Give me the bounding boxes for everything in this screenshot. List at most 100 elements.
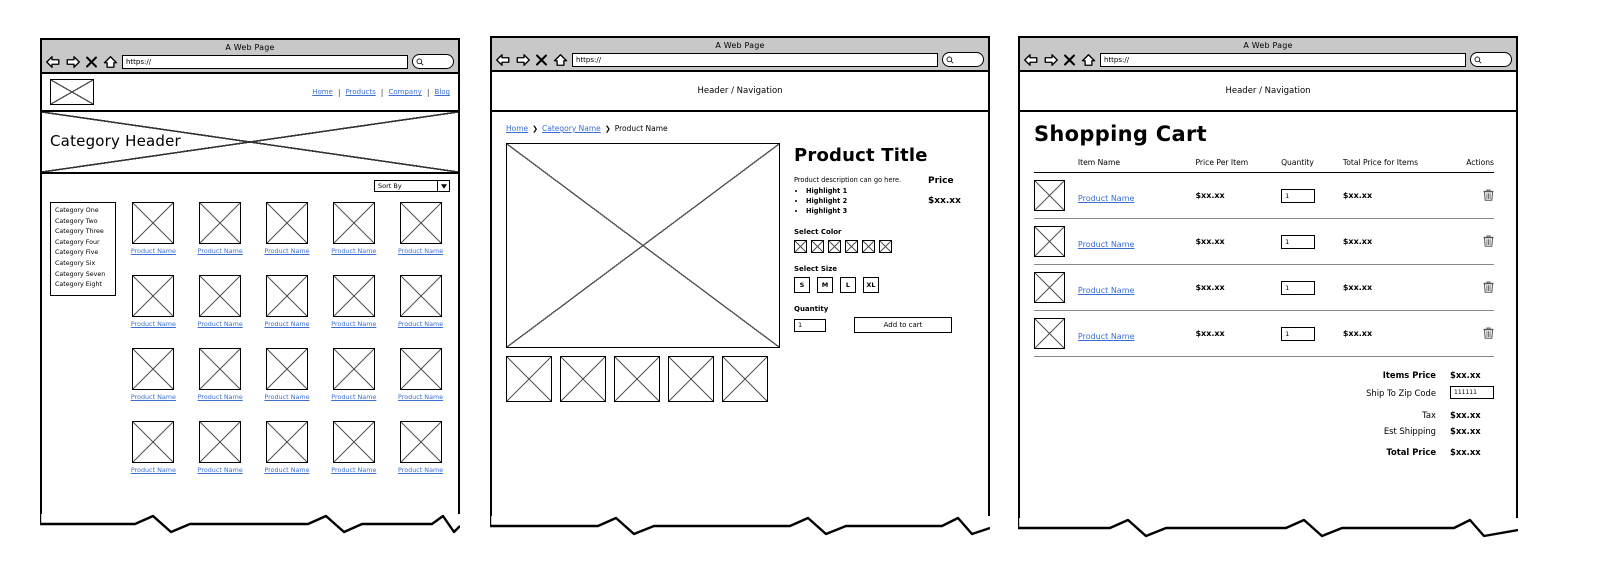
product-name-link[interactable]: Product Name	[331, 320, 376, 328]
product-card[interactable]: Product Name	[391, 275, 450, 328]
color-swatch[interactable]	[845, 240, 858, 253]
product-image-placeholder[interactable]	[332, 275, 375, 317]
product-card[interactable]: Product Name	[324, 348, 383, 401]
breadcrumb-item-home[interactable]: Home	[506, 124, 528, 133]
color-swatch[interactable]	[794, 240, 807, 253]
close-x-icon[interactable]	[534, 53, 549, 67]
product-card[interactable]: Product Name	[391, 202, 450, 255]
product-card[interactable]: Product Name	[391, 348, 450, 401]
product-image-placeholder[interactable]	[332, 421, 375, 463]
product-name-link[interactable]: Product Name	[331, 393, 376, 401]
product-name-link[interactable]: Product Name	[264, 466, 309, 474]
color-swatch[interactable]	[862, 240, 875, 253]
quantity-input[interactable]: 1	[794, 318, 826, 332]
product-name-link[interactable]: Product Name	[264, 393, 309, 401]
size-option[interactable]: XL	[863, 277, 879, 293]
nav-item-company[interactable]: Company	[389, 88, 422, 96]
product-image-placeholder[interactable]	[332, 348, 375, 390]
product-name-link[interactable]: Product Name	[131, 466, 176, 474]
back-arrow-icon[interactable]	[1024, 53, 1039, 67]
browser-search-input[interactable]	[942, 52, 984, 67]
product-image-placeholder[interactable]	[399, 202, 442, 244]
product-card[interactable]: Product Name	[191, 202, 250, 255]
product-card[interactable]: Product Name	[191, 275, 250, 328]
trash-icon[interactable]	[1483, 232, 1494, 251]
product-thumbnail-placeholder[interactable]	[1034, 180, 1065, 211]
product-name-link[interactable]: Product Name	[131, 393, 176, 401]
category-filter-list[interactable]: Category One Category Two Category Three…	[50, 202, 116, 296]
forward-arrow-icon[interactable]	[515, 53, 530, 67]
product-image-placeholder[interactable]	[132, 275, 175, 317]
nav-item-home[interactable]: Home	[312, 88, 333, 96]
trash-icon[interactable]	[1483, 278, 1494, 297]
product-image-placeholder[interactable]	[265, 421, 308, 463]
browser-search-input[interactable]	[412, 54, 454, 69]
product-card[interactable]: Product Name	[258, 421, 317, 474]
category-list-item[interactable]: Category Eight	[55, 280, 113, 291]
product-thumbnail-placeholder[interactable]	[1034, 226, 1065, 257]
product-name-link[interactable]: Product Name	[331, 466, 376, 474]
product-name-link[interactable]: Product Name	[131, 247, 176, 255]
category-list-item[interactable]: Category Five	[55, 248, 113, 259]
product-image-placeholder[interactable]	[399, 275, 442, 317]
product-image-placeholder[interactable]	[132, 202, 175, 244]
close-x-icon[interactable]	[1062, 53, 1077, 67]
product-name-link[interactable]: Product Name	[198, 393, 243, 401]
trash-icon[interactable]	[1483, 186, 1494, 205]
url-input[interactable]: https://	[1100, 52, 1466, 67]
product-image-placeholder[interactable]	[199, 275, 242, 317]
product-name-link[interactable]: Product Name	[398, 247, 443, 255]
product-image-placeholder[interactable]	[132, 421, 175, 463]
product-name-link[interactable]: Product Name	[198, 320, 243, 328]
quantity-input[interactable]: 1	[1281, 234, 1316, 249]
category-list-item[interactable]: Category Four	[55, 238, 113, 249]
category-list-item[interactable]: Category One	[55, 206, 113, 217]
product-thumbnail-placeholder[interactable]	[1034, 318, 1065, 349]
category-list-item[interactable]: Category Six	[55, 259, 113, 270]
add-to-cart-button[interactable]: Add to cart	[854, 317, 952, 333]
product-thumbnail[interactable]	[560, 356, 606, 402]
product-thumbnail[interactable]	[614, 356, 660, 402]
category-list-item[interactable]: Category Seven	[55, 270, 113, 281]
product-card[interactable]: Product Name	[124, 421, 183, 474]
back-arrow-icon[interactable]	[496, 53, 511, 67]
product-name-link[interactable]: Product Name	[264, 320, 309, 328]
url-input[interactable]: https://	[572, 52, 938, 67]
product-thumbnail[interactable]	[668, 356, 714, 402]
product-image-placeholder[interactable]	[265, 202, 308, 244]
product-image-placeholder[interactable]	[506, 143, 780, 348]
size-option[interactable]: M	[817, 277, 833, 293]
product-thumbnail[interactable]	[722, 356, 768, 402]
product-card[interactable]: Product Name	[191, 348, 250, 401]
product-name-link[interactable]: Product Name	[198, 466, 243, 474]
home-icon[interactable]	[103, 55, 118, 69]
product-card[interactable]: Product Name	[324, 202, 383, 255]
quantity-input[interactable]: 1	[1281, 326, 1316, 341]
breadcrumb-item-category[interactable]: Category Name	[542, 124, 601, 133]
back-arrow-icon[interactable]	[46, 55, 61, 69]
product-card[interactable]: Product Name	[258, 275, 317, 328]
product-card[interactable]: Product Name	[124, 275, 183, 328]
forward-arrow-icon[interactable]	[1043, 53, 1058, 67]
color-swatch[interactable]	[811, 240, 824, 253]
product-name-link[interactable]: Product Name	[1078, 332, 1135, 341]
nav-item-blog[interactable]: Blog	[435, 88, 450, 96]
product-name-link[interactable]: Product Name	[398, 320, 443, 328]
product-thumbnail-placeholder[interactable]	[1034, 272, 1065, 303]
product-name-link[interactable]: Product Name	[398, 466, 443, 474]
product-image-placeholder[interactable]	[399, 348, 442, 390]
product-card[interactable]: Product Name	[124, 202, 183, 255]
product-name-link[interactable]: Product Name	[1078, 240, 1135, 249]
product-image-placeholder[interactable]	[132, 348, 175, 390]
product-image-placeholder[interactable]	[332, 202, 375, 244]
product-name-link[interactable]: Product Name	[398, 393, 443, 401]
browser-search-input[interactable]	[1470, 52, 1512, 67]
product-name-link[interactable]: Product Name	[1078, 194, 1135, 203]
logo-placeholder[interactable]	[50, 79, 94, 105]
product-name-link[interactable]: Product Name	[264, 247, 309, 255]
product-image-placeholder[interactable]	[265, 348, 308, 390]
product-image-placeholder[interactable]	[199, 348, 242, 390]
nav-item-products[interactable]: Products	[346, 88, 376, 96]
product-name-link[interactable]: Product Name	[131, 320, 176, 328]
size-option[interactable]: S	[794, 277, 810, 293]
